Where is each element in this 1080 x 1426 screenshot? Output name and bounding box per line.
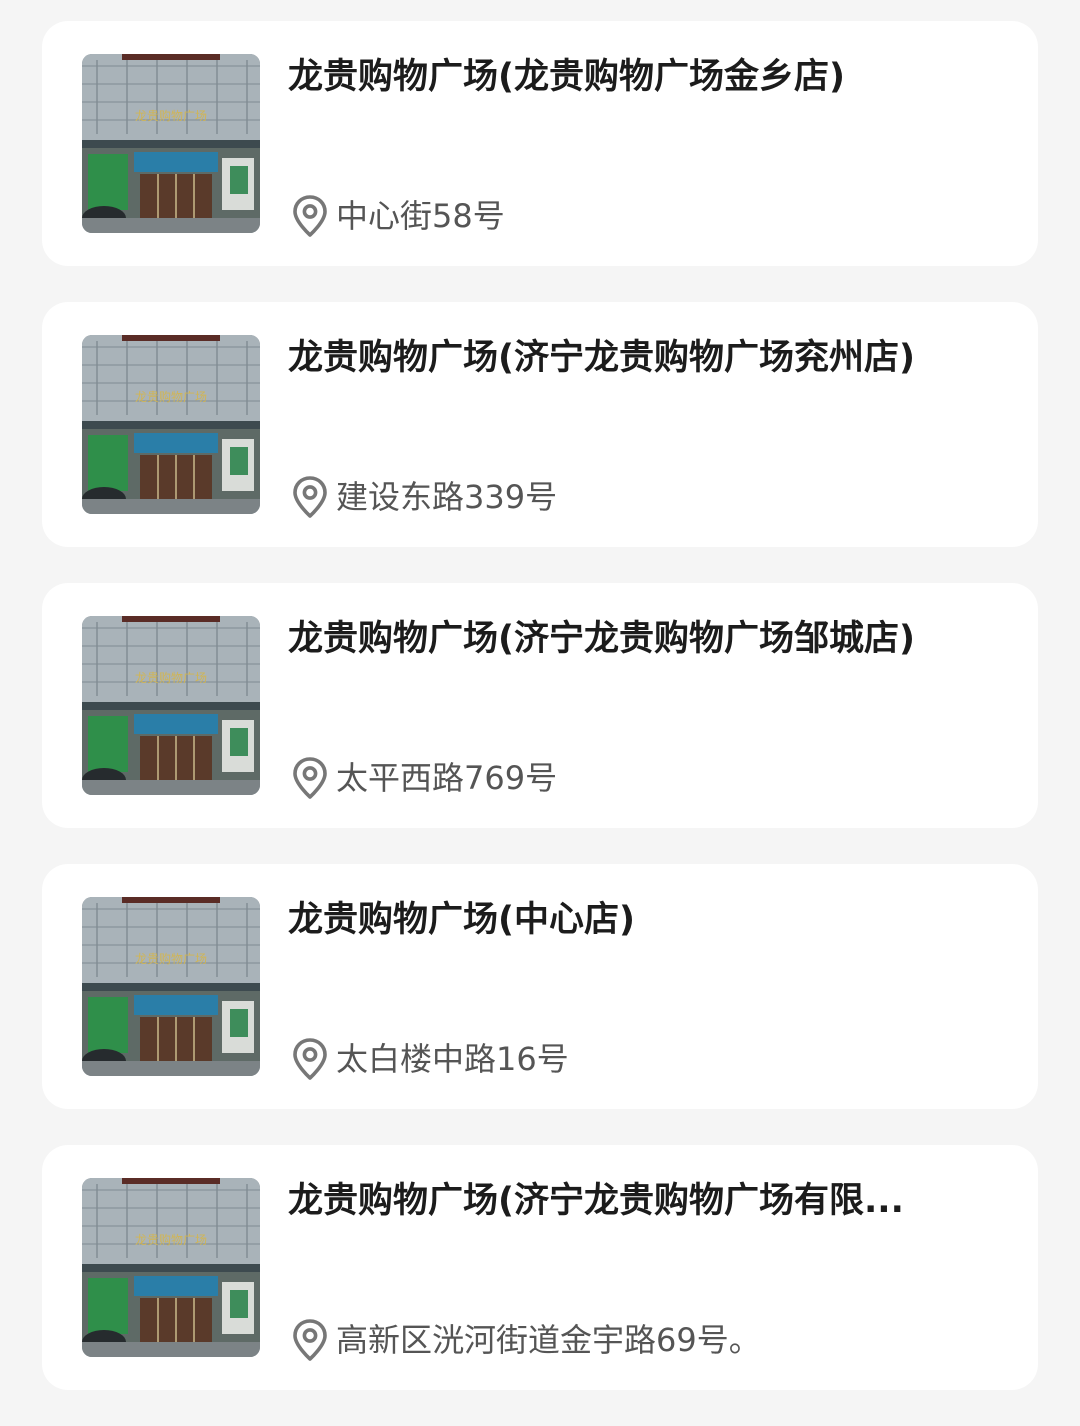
store-list: 龙贵购物广场 龙贵购物广场(龙贵购物广场金乡店) 中心街58号 龙贵购物广场 龙… bbox=[42, 21, 1038, 1426]
store-address: 高新区洸河街道金宇路69号。 bbox=[336, 1321, 761, 1359]
address-row: 建设东路339号 bbox=[290, 474, 557, 520]
svg-text:龙贵购物广场: 龙贵购物广场 bbox=[135, 951, 207, 966]
store-card[interactable]: 龙贵购物广场 龙贵购物广场(中心店) 太白楼中路16号 bbox=[42, 864, 1038, 1109]
address-row: 高新区洸河街道金宇路69号。 bbox=[290, 1317, 761, 1363]
location-pin-icon bbox=[290, 1318, 330, 1362]
address-row: 中心街58号 bbox=[290, 193, 505, 239]
location-pin-icon bbox=[290, 756, 330, 800]
store-address: 建设东路339号 bbox=[336, 478, 558, 516]
store-photo: 龙贵购物广场 bbox=[82, 897, 260, 1076]
address-row: 太白楼中路16号 bbox=[290, 1036, 569, 1082]
location-pin-icon bbox=[290, 475, 330, 519]
store-address: 太平西路769号 bbox=[336, 759, 558, 797]
svg-text:龙贵购物广场: 龙贵购物广场 bbox=[135, 389, 207, 404]
store-name: 龙贵购物广场(济宁龙贵购物广场有限... bbox=[288, 1181, 904, 1221]
store-photo: 龙贵购物广场 bbox=[82, 616, 260, 795]
svg-text:龙贵购物广场: 龙贵购物广场 bbox=[135, 670, 207, 685]
store-address: 中心街58号 bbox=[336, 197, 505, 235]
svg-text:龙贵购物广场: 龙贵购物广场 bbox=[135, 108, 207, 123]
store-photo: 龙贵购物广场 bbox=[82, 335, 260, 514]
location-pin-icon bbox=[290, 1037, 330, 1081]
store-card[interactable]: 龙贵购物广场 龙贵购物广场(济宁龙贵购物广场邹城店) 太平西路769号 bbox=[42, 583, 1038, 828]
store-name: 龙贵购物广场(龙贵购物广场金乡店) bbox=[288, 57, 845, 97]
store-name: 龙贵购物广场(中心店) bbox=[288, 900, 635, 940]
store-card[interactable]: 龙贵购物广场 龙贵购物广场(龙贵购物广场金乡店) 中心街58号 bbox=[42, 21, 1038, 266]
store-card[interactable]: 龙贵购物广场 龙贵购物广场(济宁龙贵购物广场兖州店) 建设东路339号 bbox=[42, 302, 1038, 547]
store-name: 龙贵购物广场(济宁龙贵购物广场兖州店) bbox=[288, 338, 915, 378]
address-row: 太平西路769号 bbox=[290, 755, 557, 801]
store-photo: 龙贵购物广场 bbox=[82, 1178, 260, 1357]
store-card[interactable]: 龙贵购物广场 龙贵购物广场(济宁龙贵购物广场有限... 高新区洸河街道金宇路69… bbox=[42, 1145, 1038, 1390]
store-photo: 龙贵购物广场 bbox=[82, 54, 260, 233]
store-address: 太白楼中路16号 bbox=[336, 1040, 569, 1078]
store-name: 龙贵购物广场(济宁龙贵购物广场邹城店) bbox=[288, 619, 915, 659]
svg-text:龙贵购物广场: 龙贵购物广场 bbox=[135, 1232, 207, 1247]
location-pin-icon bbox=[290, 194, 330, 238]
